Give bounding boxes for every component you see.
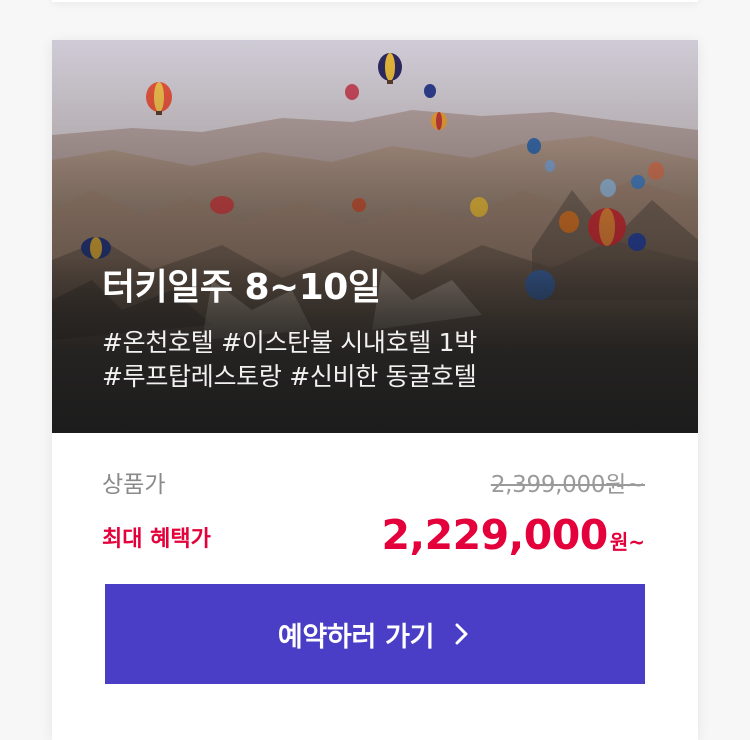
sale-price-label: 최대 혜택가 — [102, 527, 211, 552]
original-price: 2,399,000원~ — [490, 472, 645, 498]
tour-title: 터키일주 8~10일 — [102, 267, 381, 308]
tag-line-2: #루프탑레스토랑 #신비한 동굴호텔 — [102, 362, 477, 391]
sale-price-row: 최대 혜택가 2,229,000 원~ — [102, 511, 645, 561]
original-price-row: 상품가 2,399,000원~ — [102, 465, 645, 498]
book-now-button[interactable]: 예약하러 가기 — [105, 584, 645, 684]
previous-card — [52, 0, 698, 2]
sale-price: 2,229,000 원~ — [381, 511, 645, 559]
tour-tags: #온천호텔 #이스탄불 시내호텔 1박 #루프탑레스토랑 #신비한 동굴호텔 — [102, 326, 477, 394]
price-section: 상품가 2,399,000원~ 최대 혜택가 2,229,000 원~ 예약하러 … — [52, 433, 698, 740]
hero-image[interactable]: 터키일주 8~10일 #온천호텔 #이스탄불 시내호텔 1박 #루프탑레스토랑 … — [52, 40, 698, 433]
book-now-label: 예약하러 가기 — [277, 621, 435, 653]
tag-line-1: #온천호텔 #이스탄불 시내호텔 1박 — [102, 328, 477, 357]
original-price-label: 상품가 — [102, 472, 166, 498]
tour-product-card[interactable]: 터키일주 8~10일 #온천호텔 #이스탄불 시내호텔 1박 #루프탑레스토랑 … — [52, 40, 698, 740]
chevron-right-icon — [455, 623, 468, 645]
sale-price-value: 2,229,000 — [381, 511, 608, 559]
sale-price-unit: 원~ — [609, 530, 645, 554]
hero-text: 터키일주 8~10일 #온천호텔 #이스탄불 시내호텔 1박 #루프탑레스토랑 … — [102, 270, 477, 394]
